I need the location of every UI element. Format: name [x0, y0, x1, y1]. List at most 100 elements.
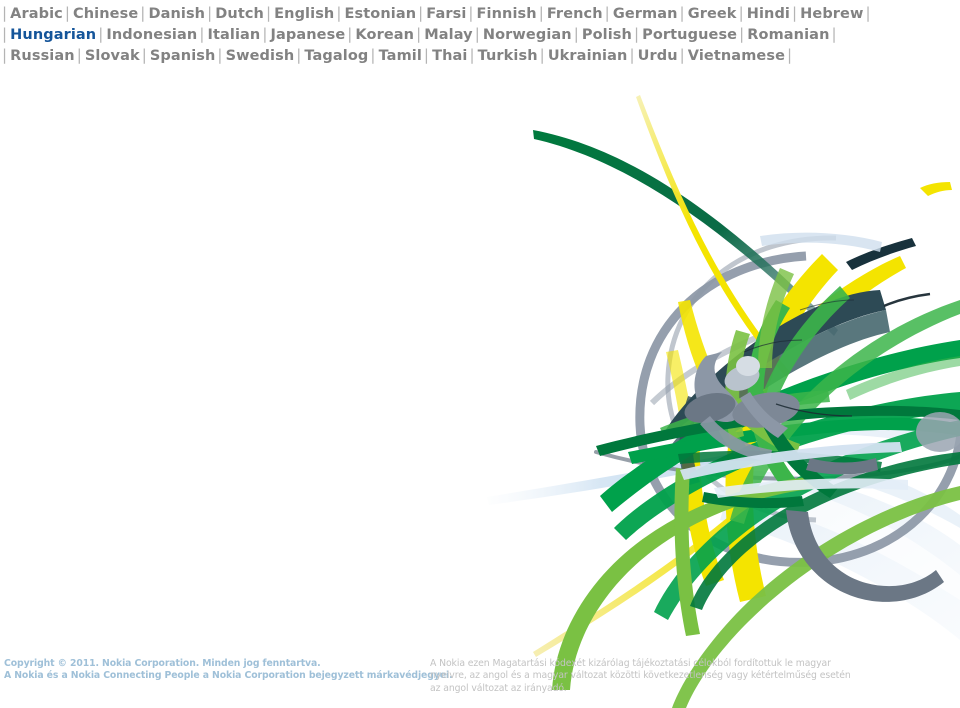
language-separator: | [792, 4, 798, 22]
language-link-thai[interactable]: Thai [432, 48, 467, 64]
language-separator: | [865, 4, 871, 22]
translation-disclaimer-block: A Nokia ezen Magatartási kódexét kizáról… [430, 658, 870, 695]
mid-green-ribbons [660, 286, 960, 524]
language-row-1: | Arabic | Chinese | Danish | Dutch | English | Est… [0, 3, 960, 24]
language-link-portuguese[interactable]: Portuguese [642, 27, 737, 43]
language-link-polish[interactable]: Polish [582, 27, 632, 43]
language-selector-bar[interactable]: | Arabic | Chinese | Danish | Dutch | English | Est… [0, 0, 960, 66]
language-link-english[interactable]: English [274, 6, 334, 22]
language-link-estonian[interactable]: Estonian [345, 6, 417, 22]
language-separator: | [140, 4, 146, 22]
abstract-ribbon-swirl-svg [487, 95, 960, 708]
language-link-norwegian[interactable]: Norwegian [483, 27, 572, 43]
language-link-vietnamese[interactable]: Vietnamese [688, 48, 785, 64]
language-link-hindi[interactable]: Hindi [747, 6, 790, 22]
language-link-danish[interactable]: Danish [148, 6, 205, 22]
green-sweeps [600, 340, 960, 620]
language-link-dutch[interactable]: Dutch [215, 6, 264, 22]
language-link-urdu[interactable]: Urdu [638, 48, 678, 64]
language-link-tamil[interactable]: Tamil [379, 48, 422, 64]
language-separator: | [787, 46, 793, 64]
hairlines [743, 292, 931, 417]
language-separator: | [370, 46, 376, 64]
language-link-french[interactable]: French [547, 6, 603, 22]
language-link-japanese[interactable]: Japanese [271, 27, 346, 43]
language-link-greek[interactable]: Greek [688, 6, 737, 22]
language-separator: | [217, 46, 223, 64]
language-separator: | [2, 46, 8, 64]
language-separator: | [474, 25, 480, 43]
language-separator: | [573, 25, 579, 43]
language-separator: | [336, 4, 342, 22]
language-link-russian[interactable]: Russian [10, 48, 75, 64]
yellow-bands [666, 182, 952, 602]
language-link-ukrainian[interactable]: Ukrainian [548, 48, 628, 64]
language-separator: | [141, 46, 147, 64]
language-separator: | [416, 25, 422, 43]
yellow-thin-line-top [636, 95, 790, 377]
language-separator: | [739, 25, 745, 43]
gray-rings [594, 235, 960, 567]
language-link-malay[interactable]: Malay [424, 27, 472, 43]
language-separator: | [423, 46, 430, 64]
language-link-slovak[interactable]: Slovak [85, 48, 140, 64]
language-separator: | [347, 25, 353, 43]
language-separator: | [207, 4, 213, 22]
yellow-thin-line-bottom [533, 500, 752, 657]
light-green-curves [552, 268, 960, 708]
page-footer: Copyright © 2011. Nokia Corporation. Min… [0, 646, 960, 708]
language-separator: | [296, 46, 302, 64]
language-separator: | [633, 25, 640, 43]
language-link-chinese[interactable]: Chinese [73, 6, 138, 22]
language-link-tagalog[interactable]: Tagalog [304, 48, 368, 64]
language-link-arabic[interactable]: Arabic [10, 6, 63, 22]
copyright-line-2: A Nokia és a Nokia Connecting People a N… [4, 670, 453, 682]
language-link-turkish[interactable]: Turkish [478, 48, 538, 64]
language-separator: | [2, 4, 8, 22]
language-link-hungarian[interactable]: Hungarian [10, 27, 96, 43]
language-link-korean[interactable]: Korean [355, 27, 414, 43]
language-separator: | [538, 4, 544, 22]
language-link-farsi[interactable]: Farsi [426, 6, 466, 22]
dark-green-accents [596, 405, 960, 610]
language-separator: | [469, 46, 475, 64]
copyright-block: Copyright © 2011. Nokia Corporation. Min… [4, 658, 453, 683]
decorative-artwork [0, 0, 960, 708]
language-link-spanish[interactable]: Spanish [150, 48, 216, 64]
language-link-finnish[interactable]: Finnish [477, 6, 537, 22]
language-separator: | [199, 25, 205, 43]
dark-teal-ribbons [660, 238, 916, 486]
language-link-swedish[interactable]: Swedish [226, 48, 295, 64]
language-link-italian[interactable]: Italian [207, 27, 260, 43]
dark-green-arc [533, 130, 838, 336]
language-separator: | [539, 46, 545, 64]
gray-organic-shapes [684, 352, 878, 475]
language-separator: | [76, 46, 82, 64]
gray-hook-bottom [786, 510, 944, 602]
language-separator: | [468, 4, 474, 22]
pale-blue-sheets [690, 421, 960, 640]
language-separator: | [738, 4, 744, 22]
language-link-indonesian[interactable]: Indonesian [106, 27, 197, 43]
language-link-hebrew[interactable]: Hebrew [800, 6, 863, 22]
disclaimer-line-2: nyelvre, az angol és a magyar változat k… [430, 670, 851, 682]
copyright-line-1: Copyright © 2011. Nokia Corporation. Min… [4, 658, 321, 669]
language-row-3: | Russian | Slovak | Spanish | Swedish | Tagalog |… [0, 45, 960, 66]
language-separator: | [2, 25, 8, 43]
language-separator: | [98, 25, 104, 43]
language-row-2: | Hungarian | Indonesian | Italian | Japanese | K… [0, 24, 960, 45]
language-separator: | [262, 25, 268, 43]
language-separator: | [629, 46, 635, 64]
language-separator: | [831, 25, 837, 43]
pale-blue-thin-line [487, 452, 742, 505]
disclaimer-line-1: A Nokia ezen Magatartási kódexét kizáról… [430, 658, 831, 669]
language-separator: | [604, 4, 610, 22]
language-separator: | [679, 4, 685, 22]
right-edge-ribbons [846, 356, 960, 452]
language-link-romanian[interactable]: Romanian [747, 27, 829, 43]
language-separator: | [64, 4, 71, 22]
language-separator: | [418, 4, 424, 22]
language-link-german[interactable]: German [613, 6, 678, 22]
pale-blue-highlights [680, 232, 908, 498]
disclaimer-line-3: az angol változat az irányadó. [430, 682, 567, 694]
